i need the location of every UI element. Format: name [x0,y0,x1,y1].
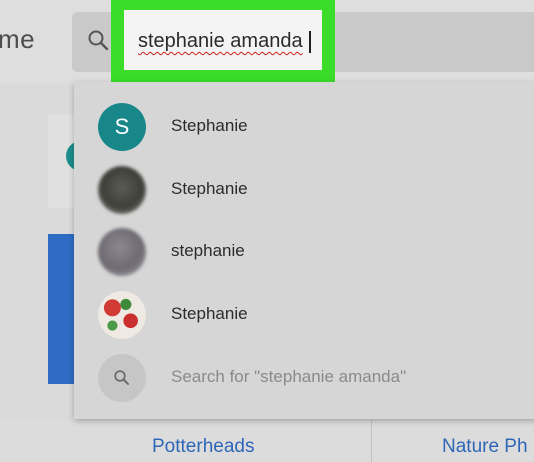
suggestion-name: Stephanie [171,304,248,323]
background-blue-panel [48,234,74,384]
text-cursor [309,31,311,53]
avatar: S [98,103,146,151]
suggestion-item[interactable]: stephanie [74,220,534,282]
suggestion-item[interactable]: S Stephanie [74,95,534,157]
search-for-item[interactable]: Search for "stephanie amanda" [74,346,534,408]
avatar [98,291,146,339]
link-nature-photography[interactable]: Nature Ph [442,436,528,458]
suggestion-name: Stephanie [171,179,248,198]
search-icon[interactable] [86,28,112,54]
search-icon [98,354,146,402]
avatar [98,228,146,276]
suggestion-name: Stephanie [171,116,248,135]
column-divider [371,420,372,462]
suggestion-name: stephanie [171,241,245,260]
search-suggestions-dropdown: S Stephanie Stephanie stephanie Stephani… [74,82,534,419]
search-input[interactable]: stephanie amanda [138,30,316,53]
suggestion-item[interactable]: Stephanie [74,283,534,345]
app-title: me [0,24,36,54]
search-for-label: Search for "stephanie amanda" [171,367,407,386]
avatar-letter: S [114,114,130,139]
avatar [98,166,146,214]
link-potterheads[interactable]: Potterheads [152,436,254,458]
suggestion-item[interactable]: Stephanie [74,158,534,220]
